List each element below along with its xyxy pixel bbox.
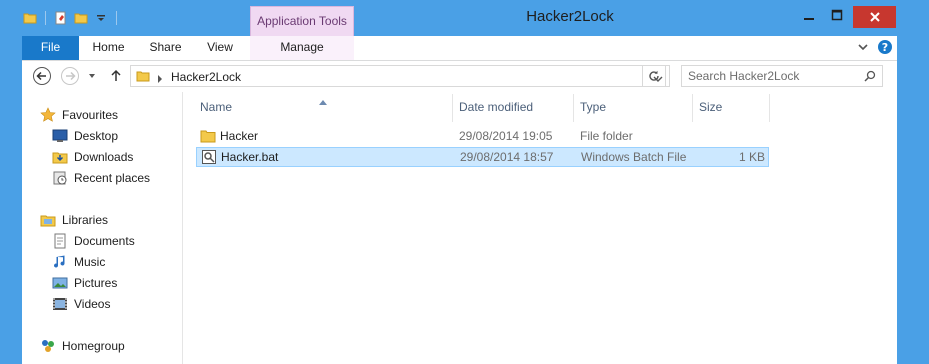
tab-view[interactable]: View [194,36,246,60]
tab-file[interactable]: File [22,36,79,60]
sidebar-item-desktop[interactable]: Desktop [52,126,118,146]
explorer-window: Application Tools Hacker2Lock File Home … [0,0,929,364]
column-divider[interactable] [769,94,770,122]
application-tools-label: Application Tools [257,14,347,28]
quick-access-toolbar [22,8,120,28]
music-icon [54,255,65,268]
libraries-icon [40,215,56,227]
sidebar-item-videos[interactable]: Videos [52,294,110,314]
up-button[interactable] [106,66,126,86]
sidebar-item-label: Desktop [74,129,119,143]
column-divider[interactable] [692,94,693,122]
new-folder-icon[interactable] [73,10,89,26]
sidebar-item-label: Libraries [62,213,109,227]
recent-places-icon [53,171,67,185]
chevron-down-icon [89,74,95,78]
breadcrumb[interactable]: Hacker2Lock [171,70,241,84]
sidebar-item-label: Videos [74,297,111,311]
separator [116,11,117,25]
folder-icon [136,69,150,86]
application-tools-group: Application Tools [250,6,354,36]
svg-text:?: ? [882,41,888,54]
videos-icon [53,298,67,310]
column-header-name[interactable]: Name [200,100,232,114]
column-header-type[interactable]: Type [580,100,606,114]
sidebar-item-label: Music [74,255,106,269]
batch-file-icon [201,149,217,168]
expand-ribbon-icon[interactable] [857,41,869,56]
tab-home[interactable]: Home [80,36,137,60]
maximize-button[interactable] [824,2,850,28]
file-name: Hacker.bat [221,150,279,164]
sidebar-item-label: Recent places [74,171,151,185]
forward-button[interactable] [60,66,80,86]
ribbon-tabs: File Home Share View Manage ? [22,36,897,61]
file-size: 1 KB [738,150,765,164]
search-icon[interactable] [864,70,876,85]
folder-icon[interactable] [22,10,38,26]
file-type: File folder [580,129,633,143]
back-button[interactable] [32,66,52,86]
desktop-icon [52,129,68,142]
documents-icon [54,233,66,249]
breadcrumb-chevron-icon[interactable] [157,72,163,86]
sidebar-item-favourites[interactable]: Favourites [40,105,118,125]
star-icon [40,107,56,122]
back-arrow-icon [33,67,51,85]
file-date: 29/08/2014 18:57 [460,150,554,164]
customize-dropdown-icon[interactable] [93,10,109,26]
sidebar-item-pictures[interactable]: Pictures [52,273,117,293]
up-arrow-icon [111,69,121,81]
file-row[interactable]: Hacker 29/08/2014 19:05 File folder [196,126,769,146]
column-header-date[interactable]: Date modified [459,100,533,114]
sidebar-item-documents[interactable]: Documents [52,231,135,251]
address-bar-row: Hacker2Lock [22,61,897,92]
navigation-pane: Favourites Desktop Downloads Recent plac… [22,92,183,364]
forward-arrow-icon [61,67,79,85]
sidebar-item-label: Documents [74,234,135,248]
title-bar: Application Tools Hacker2Lock [0,0,929,36]
refresh-icon [649,70,659,81]
recent-locations-button[interactable] [85,66,99,86]
file-name: Hacker [220,129,259,143]
minimize-button[interactable] [796,2,822,28]
close-button[interactable] [853,6,896,28]
ribbon-right-controls: ? [857,39,893,58]
homegroup-icon [42,340,54,352]
search-box[interactable] [681,65,883,87]
sidebar-item-recent-places[interactable]: Recent places [52,168,150,188]
separator [45,11,46,25]
sort-ascending-icon [319,94,327,108]
close-icon [869,12,880,22]
help-icon[interactable]: ? [877,39,893,58]
sidebar-item-downloads[interactable]: Downloads [52,147,133,167]
folder-icon [200,128,216,147]
sidebar-item-label: Downloads [74,150,134,164]
file-type: Windows Batch File [581,150,687,164]
properties-icon[interactable] [53,10,69,26]
search-input[interactable] [688,69,848,83]
sidebar-item-homegroup[interactable]: Homegroup [40,336,125,356]
file-row-selected[interactable]: Hacker.bat 29/08/2014 18:57 Windows Batc… [196,147,769,167]
pictures-icon [52,277,68,289]
downloads-icon [52,152,68,164]
address-field[interactable]: Hacker2Lock [130,65,670,87]
file-list: Name Date modified Type Size Hacker 29/0… [183,92,897,364]
sidebar-item-libraries[interactable]: Libraries [40,210,108,230]
sidebar-item-label: Pictures [74,276,118,290]
sidebar-item-label: Favourites [62,108,119,122]
tab-manage[interactable]: Manage [250,36,354,60]
sidebar-item-label: Homegroup [62,339,125,353]
maximize-icon [831,9,843,21]
file-date: 29/08/2014 19:05 [459,129,553,143]
column-divider[interactable] [573,94,574,122]
sidebar-item-music[interactable]: Music [52,252,105,272]
tab-share[interactable]: Share [137,36,194,60]
refresh-button[interactable] [642,65,666,87]
column-header-size[interactable]: Size [699,100,722,114]
minimize-icon [804,18,814,20]
column-divider[interactable] [452,94,453,122]
window-title: Hacker2Lock [526,8,614,25]
